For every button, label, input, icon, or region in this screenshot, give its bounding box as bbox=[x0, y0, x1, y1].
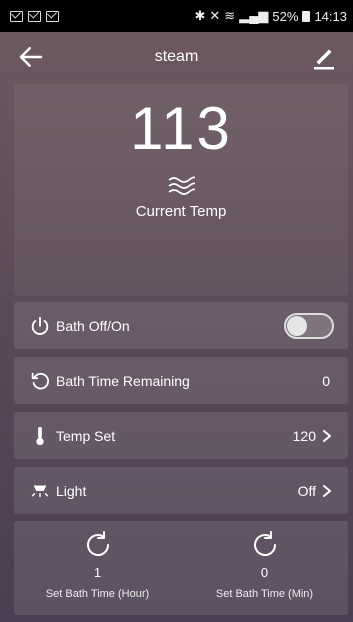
bath-time-remaining-label: Bath Time Remaining bbox=[56, 372, 190, 389]
bath-time-remaining-row: Bath Time Remaining 0 bbox=[14, 357, 348, 404]
refresh-icon[interactable] bbox=[82, 529, 114, 561]
chevron-right-icon bbox=[323, 429, 331, 442]
thermometer-icon bbox=[28, 424, 52, 448]
light-row[interactable]: Light Off bbox=[14, 467, 348, 514]
restart-icon bbox=[28, 369, 52, 393]
set-bath-time-hour[interactable]: 1 Set Bath Time (Hour) bbox=[14, 521, 181, 615]
bath-power-toggle[interactable] bbox=[284, 312, 334, 339]
edit-pencil-icon[interactable] bbox=[309, 42, 339, 72]
temp-set-label: Temp Set bbox=[56, 427, 116, 444]
refresh-icon[interactable] bbox=[249, 529, 281, 561]
toggle-knob bbox=[287, 315, 307, 336]
lamp-icon bbox=[28, 479, 52, 503]
page-title: steam bbox=[154, 48, 199, 65]
mute-icon: ✕ bbox=[209, 8, 221, 23]
bath-power-row[interactable]: Bath Off/On bbox=[14, 302, 348, 349]
current-temp-panel: 113 Current Temp bbox=[14, 84, 348, 296]
wifi-icon: ≋ bbox=[224, 8, 236, 23]
temp-set-row[interactable]: Temp Set 120 bbox=[14, 412, 348, 459]
mail-icon bbox=[28, 10, 41, 22]
light-value: Off bbox=[297, 482, 316, 499]
clock: 14:13 bbox=[314, 8, 347, 24]
mail-icon bbox=[10, 10, 23, 22]
bath-time-min-label: Set Bath Time (Min) bbox=[215, 588, 314, 600]
current-temp-label: Current Temp bbox=[135, 203, 227, 220]
steam-wave-icon bbox=[168, 176, 195, 195]
battery-icon bbox=[302, 10, 311, 22]
power-icon bbox=[28, 314, 52, 338]
current-temp-value: 113 bbox=[130, 95, 232, 162]
light-label: Light bbox=[56, 482, 87, 499]
set-bath-time-panel: 1 Set Bath Time (Hour) 0 Set Bath Time (… bbox=[14, 521, 348, 615]
bath-power-label: Bath Off/On bbox=[56, 317, 130, 334]
signal-icon: ▂▄▆ bbox=[239, 8, 269, 23]
back-arrow-icon[interactable] bbox=[16, 42, 46, 72]
app-bar: steam bbox=[0, 32, 353, 82]
temp-set-value: 120 bbox=[292, 427, 316, 444]
set-bath-time-min[interactable]: 0 Set Bath Time (Min) bbox=[181, 521, 348, 615]
bath-time-hour-value: 1 bbox=[93, 565, 102, 580]
chevron-right-icon bbox=[323, 484, 331, 497]
bath-time-remaining-value: 0 bbox=[322, 372, 330, 389]
bath-time-hour-label: Set Bath Time (Hour) bbox=[45, 588, 150, 600]
system-icons: ✱ ✕ ≋ ▂▄▆ 52% 14:13 bbox=[194, 8, 347, 24]
bath-time-min-value: 0 bbox=[260, 565, 269, 580]
bluetooth-icon: ✱ bbox=[194, 8, 206, 23]
mail-icon bbox=[46, 10, 59, 22]
battery-percent: 52% bbox=[272, 8, 299, 24]
status-bar: ✱ ✕ ≋ ▂▄▆ 52% 14:13 bbox=[0, 0, 353, 32]
notification-icons bbox=[10, 10, 59, 22]
